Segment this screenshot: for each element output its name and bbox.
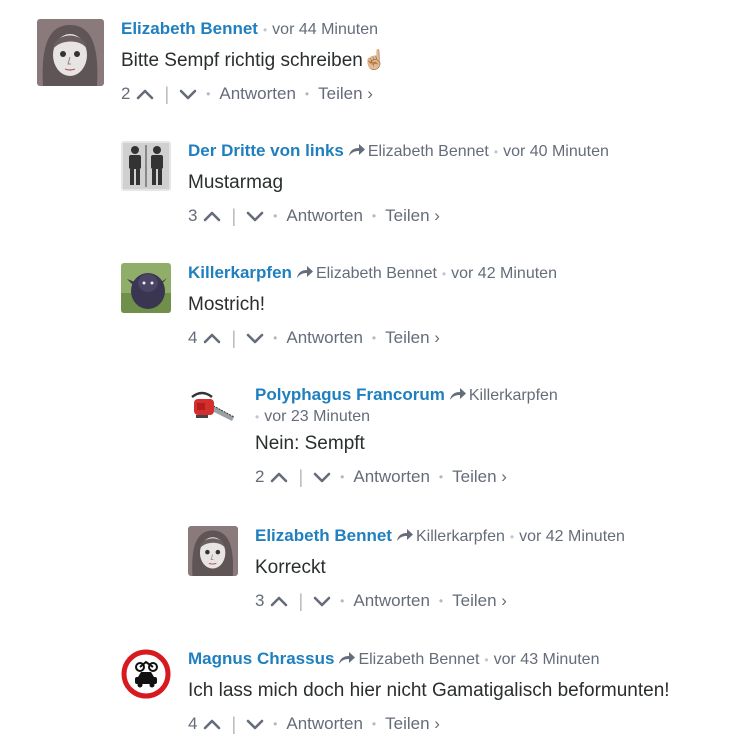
vote-divider: | [231, 206, 237, 226]
comment-message: Bitte Sempf richtig schreiben☝🏼 [121, 50, 387, 71]
vote-count: 3 [188, 206, 198, 225]
share-link[interactable]: Teilen › [385, 205, 440, 227]
avatar[interactable] [121, 263, 171, 313]
share-link[interactable]: Teilen › [452, 590, 507, 612]
parent-author[interactable]: Elizabeth Bennet [316, 265, 437, 282]
downvote-icon[interactable] [246, 717, 264, 731]
reply-link[interactable]: Antworten [286, 205, 363, 227]
reply-link[interactable]: Antworten [219, 83, 296, 105]
comment-message: Korreckt [255, 557, 326, 578]
comment-message: Nein: Sempft [255, 433, 365, 454]
comment-time[interactable]: vor 42 Minuten [519, 528, 625, 545]
upvote-icon[interactable] [270, 470, 288, 484]
parent-author[interactable]: Elizabeth Bennet [358, 651, 479, 668]
comment-time[interactable]: vor 43 Minuten [494, 651, 600, 668]
downvote-icon[interactable] [313, 470, 331, 484]
vote-count: 2 [121, 84, 131, 103]
comment-time[interactable]: vor 40 Minuten [503, 143, 609, 160]
reply-link[interactable]: Antworten [286, 327, 363, 349]
comment-author[interactable]: Der Dritte von links [188, 141, 344, 160]
restroom-people-icon [121, 141, 171, 191]
vote-divider: | [231, 328, 237, 348]
comment-author[interactable]: Elizabeth Bennet [121, 19, 258, 38]
share-link[interactable]: Teilen › [385, 713, 440, 735]
comment-author[interactable]: Killerkarpfen [188, 263, 292, 282]
reply-link[interactable]: Antworten [353, 590, 430, 612]
downvote-icon[interactable] [313, 594, 331, 608]
reply-arrow-icon [338, 651, 356, 665]
share-link[interactable]: Teilen › [385, 327, 440, 349]
upvote-icon[interactable] [136, 87, 154, 101]
vote-divider: | [298, 591, 304, 611]
parent-author[interactable]: Killerkarpfen [416, 528, 505, 545]
parent-author[interactable]: Elizabeth Bennet [368, 143, 489, 160]
downvote-icon[interactable] [246, 209, 264, 223]
comment-message: Mostrich! [188, 294, 266, 315]
comment-message: Mustarmag [188, 172, 284, 193]
avatar[interactable] [121, 141, 171, 191]
vote-count: 4 [188, 328, 198, 347]
parent-author[interactable]: Killerkarpfen [469, 387, 558, 404]
woman-sketch-avatar-icon [188, 526, 238, 576]
downvote-icon[interactable] [179, 87, 197, 101]
no-vehicles-sign-icon [121, 649, 171, 699]
avatar[interactable] [188, 385, 238, 435]
upvote-icon[interactable] [203, 209, 221, 223]
reply-arrow-icon [296, 265, 314, 279]
reply-link[interactable]: Antworten [353, 466, 430, 488]
vote-count: 2 [255, 467, 265, 486]
share-link[interactable]: Teilen › [452, 466, 507, 488]
comment-time[interactable]: vor 42 Minuten [451, 265, 557, 282]
comment-time[interactable]: vor 23 Minuten [264, 408, 370, 425]
vote-count: 3 [255, 591, 265, 610]
comment-message: Ich lass mich doch hier nicht Gamatigali… [188, 680, 670, 701]
purple-creature-icon [121, 263, 171, 313]
reply-arrow-icon [396, 528, 414, 542]
share-link[interactable]: Teilen › [318, 83, 373, 105]
comment-author[interactable]: Magnus Chrassus [188, 649, 334, 668]
avatar[interactable] [188, 526, 238, 576]
upvote-icon[interactable] [203, 717, 221, 731]
avatar[interactable] [121, 649, 171, 699]
avatar[interactable] [37, 19, 104, 86]
upvote-icon[interactable] [270, 594, 288, 608]
comment-time[interactable]: vor 44 Minuten [272, 21, 378, 38]
woman-sketch-avatar-icon [37, 19, 104, 86]
chainsaw-icon [188, 385, 238, 435]
reply-arrow-icon [449, 387, 467, 401]
vote-divider: | [164, 84, 170, 104]
vote-divider: | [298, 467, 304, 487]
reply-arrow-icon [348, 143, 366, 157]
upvote-icon[interactable] [203, 331, 221, 345]
pointing-up-emoji-icon: ☝🏼 [362, 50, 387, 71]
comment-author[interactable]: Polyphagus Francorum [255, 385, 445, 404]
reply-link[interactable]: Antworten [286, 713, 363, 735]
vote-divider: | [231, 714, 237, 734]
downvote-icon[interactable] [246, 331, 264, 345]
vote-count: 4 [188, 714, 198, 733]
comment-author[interactable]: Elizabeth Bennet [255, 526, 392, 545]
